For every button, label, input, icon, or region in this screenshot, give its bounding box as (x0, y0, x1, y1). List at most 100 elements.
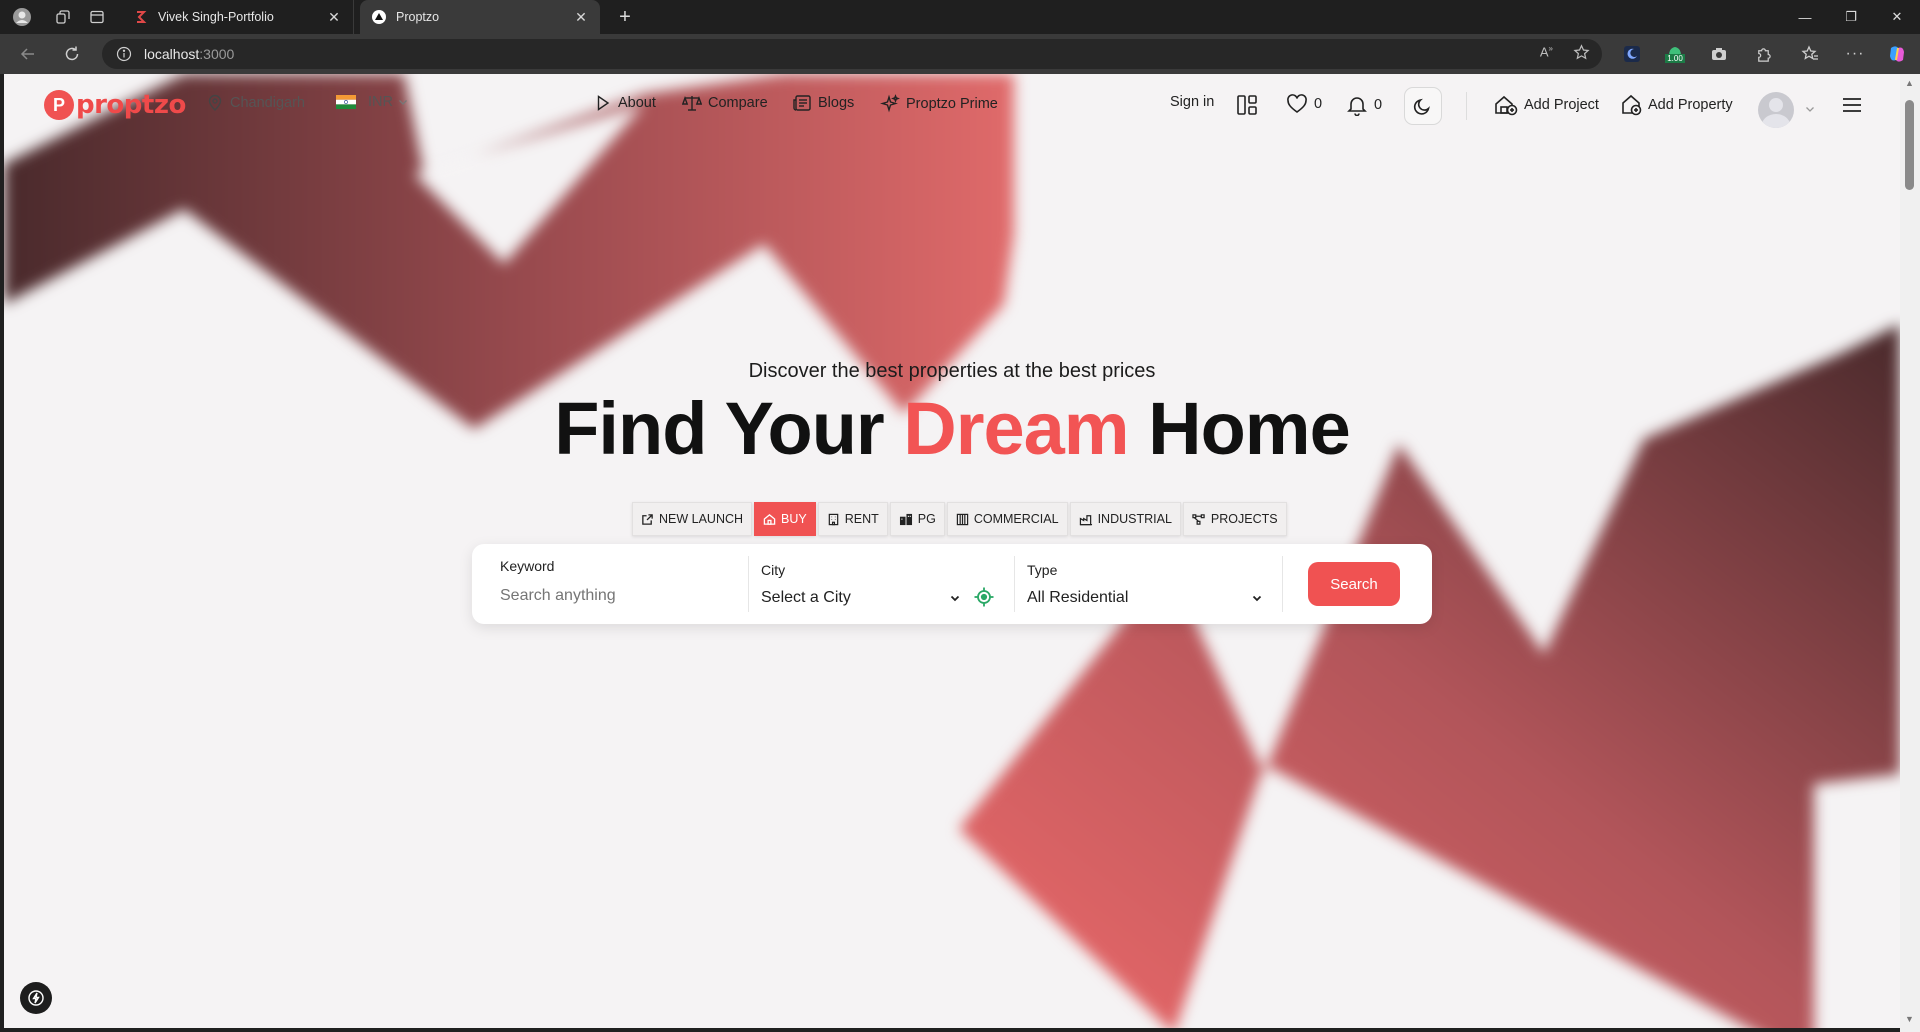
extensions-puzzle-icon[interactable] (1751, 42, 1775, 66)
chevron-down-icon (1252, 595, 1262, 602)
headline-part1: Find Your (554, 387, 904, 470)
notifications-button[interactable]: 0 (1346, 94, 1382, 116)
nav-about[interactable]: About (594, 94, 656, 112)
avatar[interactable] (1758, 92, 1794, 128)
more-menu-icon[interactable]: ··· (1843, 42, 1867, 66)
scroll-up-icon[interactable]: ▲ (1905, 78, 1914, 88)
tab-projects[interactable]: PROJECTS (1182, 502, 1287, 536)
page-scrollbar[interactable]: ▲ ▼ (1900, 74, 1920, 1032)
add-property-button[interactable]: Add Property (1620, 94, 1733, 116)
chevron-down-icon (950, 595, 960, 602)
tab-industrial[interactable]: INDUSTRIAL (1069, 502, 1181, 536)
scrollbar-thumb[interactable] (1905, 100, 1914, 190)
tab-label: COMMERCIAL (973, 512, 1059, 526)
location-pin-icon (208, 94, 222, 111)
add-project-button[interactable]: Add Project (1494, 94, 1599, 116)
city-label: City (761, 562, 786, 578)
hero-headline: Find Your Dream Home (4, 386, 1900, 471)
property-type-tabs: NEW LAUNCH BUY RENT PG COMMERCIAL INDUST… (632, 502, 1289, 536)
hero-subtitle: Discover the best properties at the best… (748, 360, 1156, 382)
site-header: P proptzo Chandigarh INR About Compare B… (4, 74, 1900, 134)
house-plus-icon (1495, 95, 1518, 116)
external-link-icon (642, 513, 653, 525)
keyword-input[interactable] (500, 584, 730, 608)
moon-icon (1413, 98, 1430, 115)
location-selector[interactable]: Chandigarh (206, 94, 305, 112)
minimize-icon[interactable]: — (1782, 0, 1828, 34)
nav-compare[interactable]: Compare (682, 94, 768, 112)
nav-about-label: About (618, 95, 656, 111)
chevron-down-icon[interactable] (1804, 103, 1816, 115)
proptzo-favicon-icon (372, 10, 386, 24)
dev-tools-bolt-icon[interactable] (20, 982, 52, 1014)
profile-icon[interactable] (11, 6, 33, 28)
address-bar[interactable]: localhost:3000 A» (102, 39, 1602, 69)
site-info-icon[interactable] (116, 46, 132, 62)
tab-label: INDUSTRIAL (1097, 512, 1172, 526)
scale-icon (682, 95, 702, 111)
back-icon[interactable] (10, 38, 46, 70)
tab-portfolio[interactable]: Vivek Singh-Portfolio ✕ (122, 0, 354, 34)
tab-label: RENT (844, 512, 879, 526)
play-icon (597, 95, 610, 111)
field-divider (1282, 556, 1283, 612)
columns-icon (956, 513, 969, 525)
tab-new-launch[interactable]: NEW LAUNCH (632, 502, 753, 536)
extension-counter-icon[interactable]: 1.00 (1663, 42, 1687, 66)
building-icon (828, 513, 839, 525)
window-controls: — ❐ ✕ (1782, 0, 1920, 34)
heart-icon (1287, 94, 1307, 113)
screenshot-icon[interactable] (1707, 42, 1731, 66)
tab-label: PROJECTS (1210, 512, 1278, 526)
india-flag-icon (336, 95, 356, 109)
close-window-icon[interactable]: ✕ (1874, 0, 1920, 34)
copilot-icon[interactable] (1885, 42, 1909, 66)
add-project-label: Add Project (1524, 97, 1599, 113)
tab-rent[interactable]: RENT (817, 502, 888, 536)
keyword-label: Keyword (500, 558, 555, 574)
city-value: Select a City (761, 589, 851, 606)
favorite-star-icon[interactable] (1573, 44, 1590, 64)
tab-buy[interactable]: BUY (754, 502, 816, 536)
favorites-icon[interactable] (1798, 42, 1822, 66)
currency-selector[interactable]: INR (336, 94, 415, 110)
wishlist-button[interactable]: 0 (1286, 94, 1322, 114)
tab-pg[interactable]: PG (889, 502, 945, 536)
tab-label: PG (917, 512, 936, 526)
chevron-down-icon (399, 100, 407, 105)
type-select[interactable]: All Residential (1027, 586, 1263, 610)
nav-blogs[interactable]: Blogs (792, 94, 854, 112)
type-field: Type All Residential (1015, 544, 1280, 624)
header-divider (1466, 92, 1467, 120)
tab-title: Vivek Singh-Portfolio (158, 10, 274, 24)
wishlist-count: 0 (1314, 96, 1323, 112)
nav-proptzo-prime[interactable]: Proptzo Prime (880, 94, 998, 114)
workspaces-icon[interactable] (52, 6, 74, 28)
theme-toggle-button[interactable] (1404, 87, 1442, 125)
close-tab-icon[interactable]: ✕ (572, 8, 590, 26)
scroll-down-icon[interactable]: ▼ (1905, 1014, 1914, 1024)
search-button[interactable]: Search (1308, 562, 1400, 606)
tab-proptzo[interactable]: Proptzo ✕ (360, 0, 600, 34)
city-select[interactable]: Select a City (761, 586, 961, 610)
layout-grid-icon[interactable] (1236, 94, 1258, 116)
tab-actions-icon[interactable] (86, 6, 108, 28)
restore-icon[interactable]: ❐ (1828, 0, 1874, 34)
read-aloud-icon[interactable]: A» (1540, 44, 1553, 64)
sign-in-link[interactable]: Sign in (1170, 94, 1214, 110)
close-tab-icon[interactable]: ✕ (325, 8, 343, 26)
locate-me-icon[interactable] (973, 586, 995, 613)
new-tab-icon[interactable]: + (610, 2, 640, 32)
logo[interactable]: P proptzo (44, 90, 186, 120)
browser-toolbar: localhost:3000 A» 1.00 ··· (0, 34, 1920, 74)
hamburger-menu-icon[interactable] (1842, 97, 1862, 113)
tab-commercial[interactable]: COMMERCIAL (946, 502, 1068, 536)
extension-moon-icon[interactable] (1620, 42, 1644, 66)
type-value: All Residential (1027, 589, 1129, 606)
tab-label: BUY (781, 512, 807, 526)
reload-icon[interactable] (54, 38, 90, 70)
currency-label: INR (368, 94, 393, 110)
portfolio-favicon-icon (134, 10, 148, 24)
location-label: Chandigarh (230, 95, 305, 111)
home-icon (763, 513, 776, 525)
